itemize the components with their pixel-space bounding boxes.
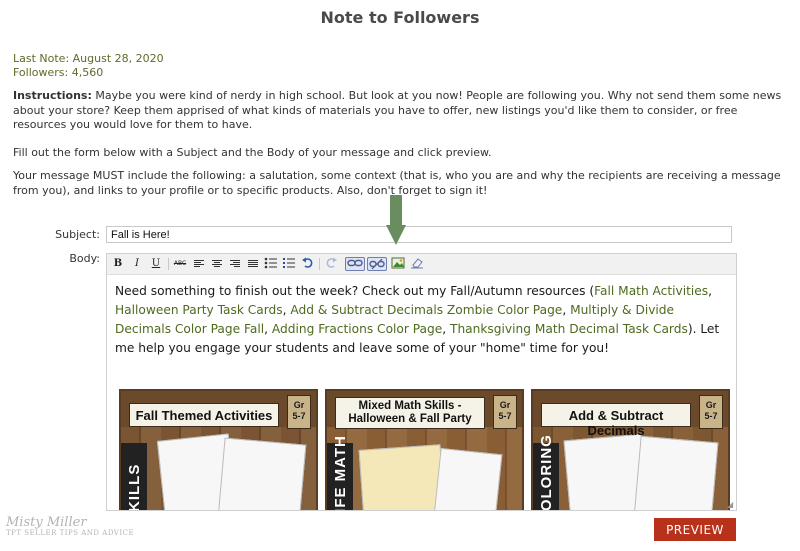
worksheet-image [633, 435, 719, 510]
link-separator: , [264, 322, 272, 336]
toolbar-separator [168, 258, 169, 270]
instructions-body: Maybe you were kind of nerdy in high sch… [13, 89, 782, 131]
note-meta: Last Note: August 28, 2020 Followers: 4,… [13, 52, 164, 80]
link-fall-math-activities[interactable]: Fall Math Activities [594, 284, 708, 298]
watermark-name: Misty Miller [6, 515, 87, 530]
last-note-date: Last Note: August 28, 2020 [13, 52, 164, 65]
thumbnail-spine: SKILLS [121, 443, 147, 510]
preview-button[interactable]: PREVIEW [654, 518, 736, 541]
align-justify-icon[interactable] [245, 257, 261, 271]
followers-count: Followers: 4,560 [13, 66, 104, 79]
must-include-text: Your message MUST include the following:… [13, 169, 781, 197]
link-adding-fractions[interactable]: Adding Fractions Color Page [272, 322, 442, 336]
align-right-icon[interactable] [227, 257, 243, 271]
worksheet-image [217, 437, 307, 510]
rich-text-editor[interactable]: B I U ABC Need something to finish out t… [106, 253, 737, 511]
product-thumbnails: Fall Themed Activities Gr 5-7 SKILLS Mixe… [119, 389, 730, 510]
link-separator: , [708, 284, 713, 298]
body-intro-text: Need something to finish out the week? C… [115, 284, 595, 298]
arrow-down-icon [386, 195, 406, 245]
editor-content[interactable]: Need something to finish out the week? C… [107, 275, 736, 510]
thumbnail-title: Fall Themed Activities [129, 403, 279, 427]
thumbnail-spine: COLORING [533, 434, 559, 510]
link-thanksgiving-task-cards[interactable]: Thanksgiving Math Decimal Task Cards [450, 322, 688, 336]
link-zombie-color-page[interactable]: Add & Subtract Decimals Zombie Color Pag… [290, 303, 562, 317]
thumbnail-spine: LIFE MATH [327, 435, 353, 510]
thumbnail-title: Add & Subtract Decimals [541, 403, 691, 438]
align-left-icon[interactable] [191, 257, 207, 271]
align-center-icon[interactable] [209, 257, 225, 271]
link-separator: , [442, 322, 451, 336]
watermark: Misty Miller TPT SELLER TIPS AND ADVICE [6, 515, 134, 537]
italic-button[interactable]: I [129, 257, 145, 271]
grade-tag: Gr 5-7 [699, 395, 723, 429]
bold-button[interactable]: B [110, 257, 126, 271]
fill-out-text: Fill out the form below with a Subject a… [13, 146, 492, 159]
numbered-list-icon[interactable] [281, 257, 297, 271]
product-thumbnail[interactable]: Add & Subtract Decimals Gr 5-7 COLORING [531, 389, 730, 510]
undo-icon[interactable] [300, 257, 316, 271]
underline-button[interactable]: U [148, 257, 164, 271]
editor-toolbar: B I U ABC [107, 254, 736, 275]
watermark-tagline: TPT SELLER TIPS AND ADVICE [6, 529, 135, 537]
product-thumbnail[interactable]: Mixed Math Skills - Halloween & Fall Par… [325, 389, 524, 510]
insert-image-icon[interactable] [390, 257, 406, 271]
instructions-label: Instructions: [13, 89, 92, 102]
product-thumbnail[interactable]: Fall Themed Activities Gr 5-7 SKILLS [119, 389, 318, 510]
subject-label: Subject: [55, 228, 100, 241]
page-title: Note to Followers [320, 8, 480, 27]
spellcheck-icon[interactable]: ABC [172, 257, 188, 271]
resize-handle-icon[interactable]: ◢ [727, 501, 734, 509]
thumbnail-title: Mixed Math Skills - Halloween & Fall Par… [335, 397, 485, 429]
unlink-icon[interactable] [367, 257, 387, 271]
toolbar-separator [319, 258, 320, 270]
body-label: Body: [69, 252, 100, 265]
subject-input[interactable] [106, 226, 732, 243]
instructions-text: Instructions: Maybe you were kind of ner… [13, 89, 788, 133]
eraser-icon[interactable] [409, 257, 425, 271]
grade-tag: Gr 5-7 [493, 395, 517, 429]
worksheet-image [358, 444, 446, 510]
grade-tag: Gr 5-7 [287, 395, 311, 429]
bullet-list-icon[interactable] [263, 257, 279, 271]
link-icon[interactable] [345, 257, 365, 271]
link-halloween-party-task-cards[interactable]: Halloween Party Task Cards [115, 303, 283, 317]
link-separator: , [562, 303, 571, 317]
worksheet-image [433, 447, 503, 510]
redo-icon[interactable] [323, 257, 339, 271]
